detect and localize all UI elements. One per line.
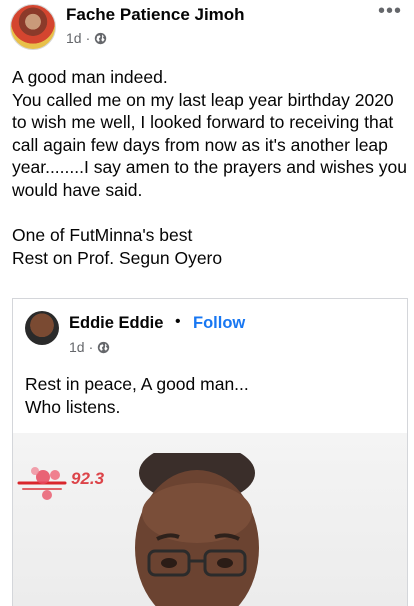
post-time[interactable]: 1d: [66, 30, 82, 46]
author-avatar[interactable]: [10, 4, 56, 50]
post-text: A good man indeed. You called me on my l…: [12, 66, 408, 269]
shared-post-time[interactable]: 1d: [69, 339, 85, 355]
globe-icon: [98, 341, 110, 353]
logo-frequency: 92.3: [71, 469, 105, 488]
post-body-text: A good man indeed. You called me on my l…: [12, 67, 407, 268]
more-options-icon[interactable]: •••: [378, 1, 402, 21]
shared-post-text: Rest in peace, A good man... Who listens…: [25, 374, 249, 417]
post-meta: 1d ·: [66, 30, 107, 46]
shared-author-avatar[interactable]: [25, 311, 59, 345]
shared-post-header: Eddie Eddie • Follow 1d ·: [13, 299, 407, 359]
shared-meta-separator: ·: [88, 339, 94, 355]
author-name[interactable]: Fache Patience Jimoh: [66, 5, 245, 25]
globe-icon: [95, 32, 107, 44]
portrait-photo: [135, 453, 259, 606]
follow-button[interactable]: Follow: [193, 314, 245, 333]
post-header: Fache Patience Jimoh 1d · •••: [0, 0, 414, 60]
shared-post-meta: 1d ·: [69, 339, 110, 355]
shared-post-photo[interactable]: 92.3: [13, 433, 407, 606]
meta-separator: ·: [85, 30, 91, 46]
follow-separator: •: [175, 313, 181, 330]
shared-post-card[interactable]: Eddie Eddie • Follow 1d · Rest in peace,…: [12, 298, 408, 606]
shared-author-name[interactable]: Eddie Eddie: [69, 314, 163, 333]
